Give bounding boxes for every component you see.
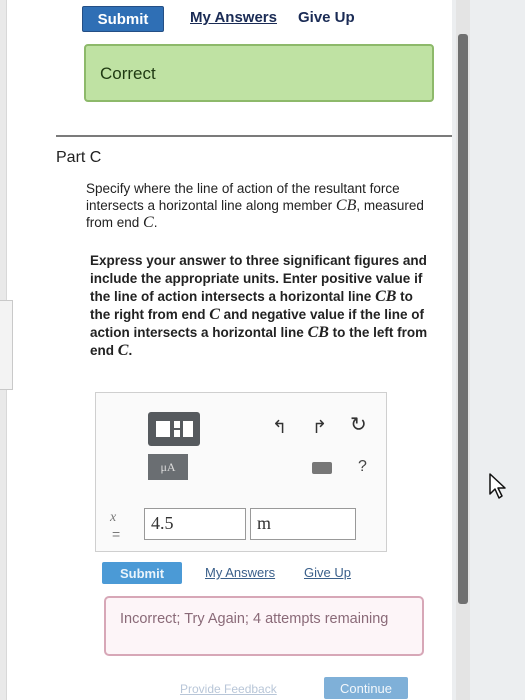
instructions-text: Express your answer to three significant…: [90, 252, 430, 360]
give-up-link-top[interactable]: Give Up: [298, 9, 355, 26]
my-answers-link-top[interactable]: My Answers: [190, 9, 277, 26]
math-var-cb: CB: [375, 288, 397, 305]
side-tab[interactable]: [0, 300, 13, 390]
math-var-cb: CB: [335, 197, 357, 214]
correct-feedback-box: Correct: [84, 44, 434, 102]
redo-icon[interactable]: ↱: [312, 418, 327, 436]
keyboard-icon[interactable]: [312, 462, 332, 474]
incorrect-feedback-text: Incorrect; Try Again; 4 attempts remaini…: [120, 611, 389, 627]
continue-button[interactable]: Continue: [324, 677, 408, 699]
equals-sign: =: [112, 526, 121, 542]
math-var-c: C: [117, 342, 129, 359]
question-text-3: .: [153, 215, 158, 230]
submit-button[interactable]: Submit: [102, 562, 182, 584]
undo-icon[interactable]: ↰: [272, 418, 287, 436]
math-var-c: C: [209, 306, 220, 323]
my-answers-link[interactable]: My Answers: [205, 565, 275, 580]
variable-label: x: [110, 510, 117, 525]
part-title: Part C: [56, 149, 102, 166]
help-icon[interactable]: ?: [358, 458, 367, 476]
instructions-text-5: .: [128, 343, 133, 358]
answer-value-input[interactable]: 4.5: [144, 508, 246, 540]
templates-button[interactable]: [148, 412, 200, 446]
answer-units-input[interactable]: m: [250, 508, 356, 540]
math-var-cb: CB: [307, 324, 329, 341]
provide-feedback-link[interactable]: Provide Feedback: [180, 682, 277, 696]
mouse-cursor-icon: [489, 473, 506, 499]
give-up-link[interactable]: Give Up: [304, 565, 351, 580]
math-var-c: C: [143, 214, 154, 231]
symbols-button[interactable]: μA: [148, 454, 188, 480]
question-text: Specify where the line of action of the …: [86, 180, 426, 231]
reset-icon[interactable]: ↻: [350, 415, 367, 435]
scrollbar-thumb[interactable]: [458, 34, 468, 604]
correct-feedback-text: Correct: [100, 64, 156, 83]
submit-button-top[interactable]: Submit: [82, 6, 164, 32]
incorrect-feedback-box: Incorrect; Try Again; 4 attempts remaini…: [104, 596, 424, 656]
section-divider: [56, 135, 452, 137]
